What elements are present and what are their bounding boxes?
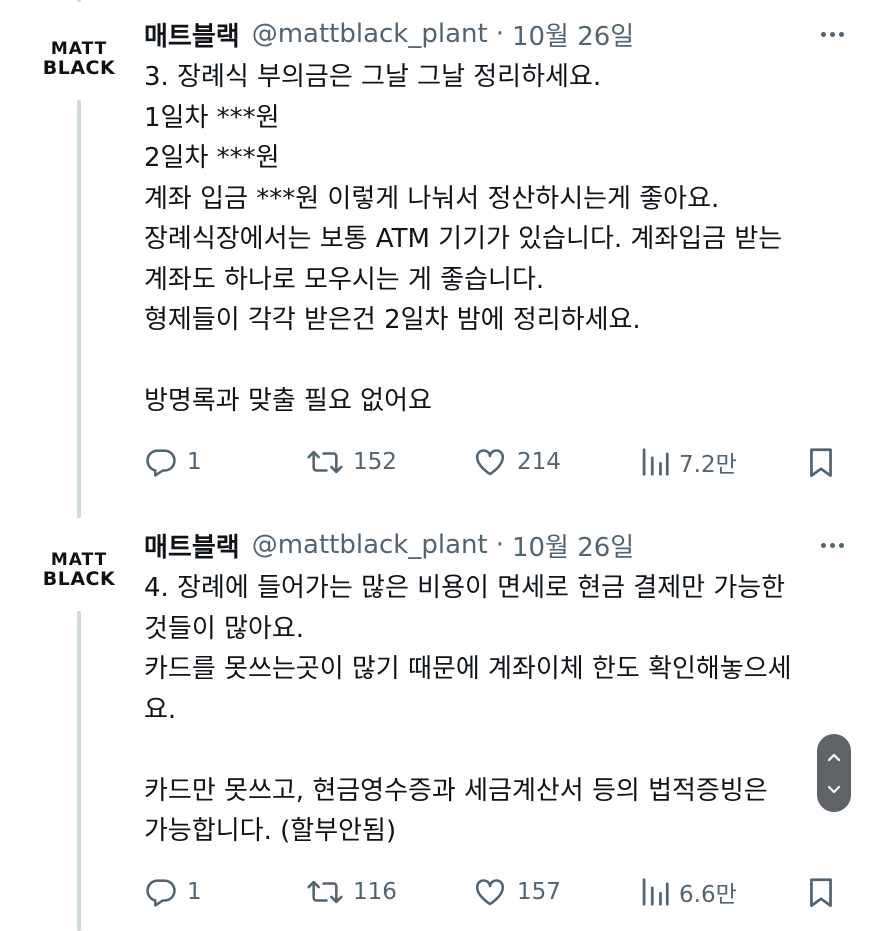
tweet-text-line: 가능합니다. (할부안됨) [144,816,397,846]
separator-dot: · [495,530,504,560]
author-name[interactable]: 매트블랙 [144,527,240,564]
retweet-count: 116 [353,879,397,905]
reply-icon [146,879,176,907]
reply-button[interactable]: 1 [144,440,202,484]
thread-line [77,100,81,518]
reply-count: 1 [187,879,202,905]
thread-line [77,611,81,931]
tweet-text-line: 장례식장에서는 보통 ATM 기기가 있습니다. 계좌입금 받는 [144,224,783,254]
tweet-text: 4. 장례에 들어가는 많은 비용이 면세로 현금 결제만 가능한 것들이 많아… [144,568,844,852]
reply-count: 1 [187,449,202,475]
tweet-text-line: 카드를 못쓰는곳이 많기 때문에 계좌이체 한도 확인해놓으세 [144,654,792,684]
avatar-line2: BLACK [42,57,116,79]
tweet-date[interactable]: 10월 26일 [512,527,634,564]
author-name[interactable]: 매트블랙 [144,16,240,53]
bookmark-icon [810,878,832,907]
thread-line [77,0,81,2]
more-dots-icon[interactable] [821,525,844,565]
tweet-1[interactable]: MATT BLACK 매트블랙 @mattblack_plant · 10월 2… [0,0,880,518]
tweet-text-line: 계좌도 하나로 모우시는 게 좋습니다. [144,264,545,295]
avatar[interactable]: MATT BLACK [38,545,120,595]
avatar-line1: MATT [50,550,108,570]
author-handle[interactable]: @mattblack_plant [252,19,488,49]
tweet-text-line: 카드만 못쓰고, 현금영수증과 세금계산서 등의 법적증빙은 [144,775,768,806]
views-count: 6.6만 [679,882,737,908]
retweet-button[interactable]: 116 [306,870,397,914]
avatar[interactable]: MATT BLACK [38,34,120,84]
heart-icon [475,449,505,476]
avatar-line1: MATT [50,39,108,59]
tweet-text-line: 요. [144,694,177,725]
chevron-up-icon[interactable] [825,750,843,764]
tweet-text-line: 4. 장례에 들어가는 많은 비용이 면세로 현금 결제만 가능한 [144,573,786,603]
tweet-header: 매트블랙 @mattblack_plant · 10월 26일 [144,14,844,54]
like-count: 157 [517,879,561,905]
views-button[interactable]: 7.2만 [640,440,737,484]
tweet-text-line: 1일차 ***원 [144,102,280,133]
heart-icon [475,879,505,906]
chevron-down-icon[interactable] [825,783,843,797]
tweet-text-line [144,341,844,382]
retweet-button[interactable]: 152 [306,440,397,484]
separator-dot: · [495,19,504,49]
more-dots-icon[interactable] [821,14,844,54]
bookmark-button[interactable] [806,440,836,484]
author-handle[interactable]: @mattblack_plant [252,530,488,560]
tweet-text-line: 것들이 많아요. [144,613,305,644]
retweet-icon [307,450,343,474]
tweet-2[interactable]: MATT BLACK 매트블랙 @mattblack_plant · 10월 2… [0,518,880,931]
bookmark-icon [810,448,832,477]
tweet-text-line: 3. 장례식 부의금은 그날 그날 정리하세요. [144,62,602,92]
tweet-actions: 1 116 157 6.6만 [144,870,844,914]
like-button[interactable]: 214 [472,440,561,484]
tweet-text-line: 방명록과 맞출 필요 없어요 [144,386,432,416]
tweet-date[interactable]: 10월 26일 [512,16,634,53]
tweet-text: 3. 장례식 부의금은 그날 그날 정리하세요. 1일차 ***원 2일차 **… [144,57,844,422]
like-button[interactable]: 157 [472,870,561,914]
reply-icon [146,449,176,477]
tweet-header: 매트블랙 @mattblack_plant · 10월 26일 [144,525,844,565]
views-button[interactable]: 6.6만 [640,870,737,914]
reply-button[interactable]: 1 [144,870,202,914]
scroll-pill[interactable] [817,734,851,812]
tweet-text-line: 계좌 입금 ***원 이렇게 나눠서 정산하시는게 좋아요. [144,183,720,214]
views-chart-icon [642,448,669,476]
avatar-line2: BLACK [42,568,116,590]
tweet-text-line: 2일차 ***원 [144,143,280,173]
bookmark-button[interactable] [806,870,836,914]
tweet-text-line [144,730,844,771]
views-count: 7.2만 [679,452,737,478]
like-count: 214 [517,449,561,475]
tweet-actions: 1 152 214 7.2만 [144,440,844,484]
views-chart-icon [642,878,669,906]
retweet-icon [307,880,343,904]
tweet-text-line: 형제들이 각각 받은건 2일차 밤에 정리하세요. [144,305,641,335]
retweet-count: 152 [353,449,397,475]
